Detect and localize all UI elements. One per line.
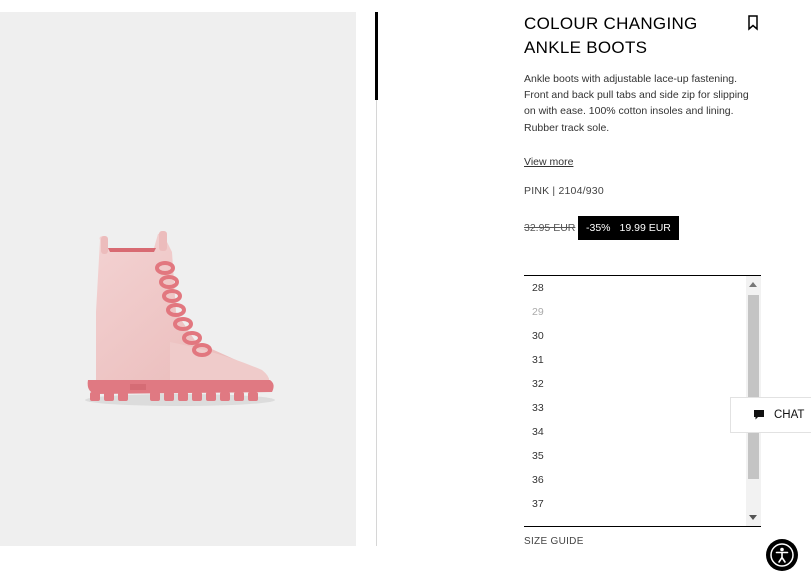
- size-option[interactable]: 35: [524, 444, 761, 468]
- size-selector-list[interactable]: 28 29 30 31 32 33 34 35 36 37: [524, 275, 761, 527]
- size-option[interactable]: 37: [524, 492, 761, 516]
- scroll-down-arrow-icon[interactable]: [749, 515, 757, 520]
- old-price: 32.95 EUR: [524, 222, 576, 234]
- size-option[interactable]: 31: [524, 348, 761, 372]
- chat-button[interactable]: CHAT: [730, 397, 811, 433]
- chat-bubble-icon: [754, 410, 764, 420]
- size-guide-link[interactable]: SIZE GUIDE: [524, 536, 584, 547]
- product-title: COLOUR CHANGING ANKLE BOOTS: [524, 14, 698, 57]
- product-description: Ankle boots with adjustable lace-up fast…: [524, 73, 749, 134]
- accessibility-icon: [770, 543, 794, 567]
- size-option[interactable]: 33: [524, 396, 761, 420]
- size-option[interactable]: 34: [524, 420, 761, 444]
- sale-price-badge: -35% 19.99 EUR: [578, 216, 679, 240]
- accessibility-button[interactable]: [766, 539, 798, 571]
- image-scroll-indicator: [375, 12, 378, 100]
- size-option[interactable]: 32: [524, 372, 761, 396]
- product-reference: PINK | 2104/930: [524, 185, 604, 197]
- discount-percent: -35%: [586, 222, 611, 234]
- size-option[interactable]: 28: [524, 276, 761, 300]
- scrollbar-thumb[interactable]: [748, 295, 759, 479]
- scroll-up-arrow-icon[interactable]: [749, 282, 757, 287]
- product-image[interactable]: [0, 12, 356, 546]
- size-option[interactable]: 29: [524, 300, 761, 324]
- current-price: 19.99 EUR: [619, 222, 671, 234]
- boot-illustration: [85, 231, 275, 406]
- bookmark-icon[interactable]: [746, 14, 760, 32]
- chat-label: CHAT: [774, 409, 805, 421]
- size-option[interactable]: 36: [524, 468, 761, 492]
- view-more-link[interactable]: View more: [524, 156, 573, 168]
- size-option[interactable]: 30: [524, 324, 761, 348]
